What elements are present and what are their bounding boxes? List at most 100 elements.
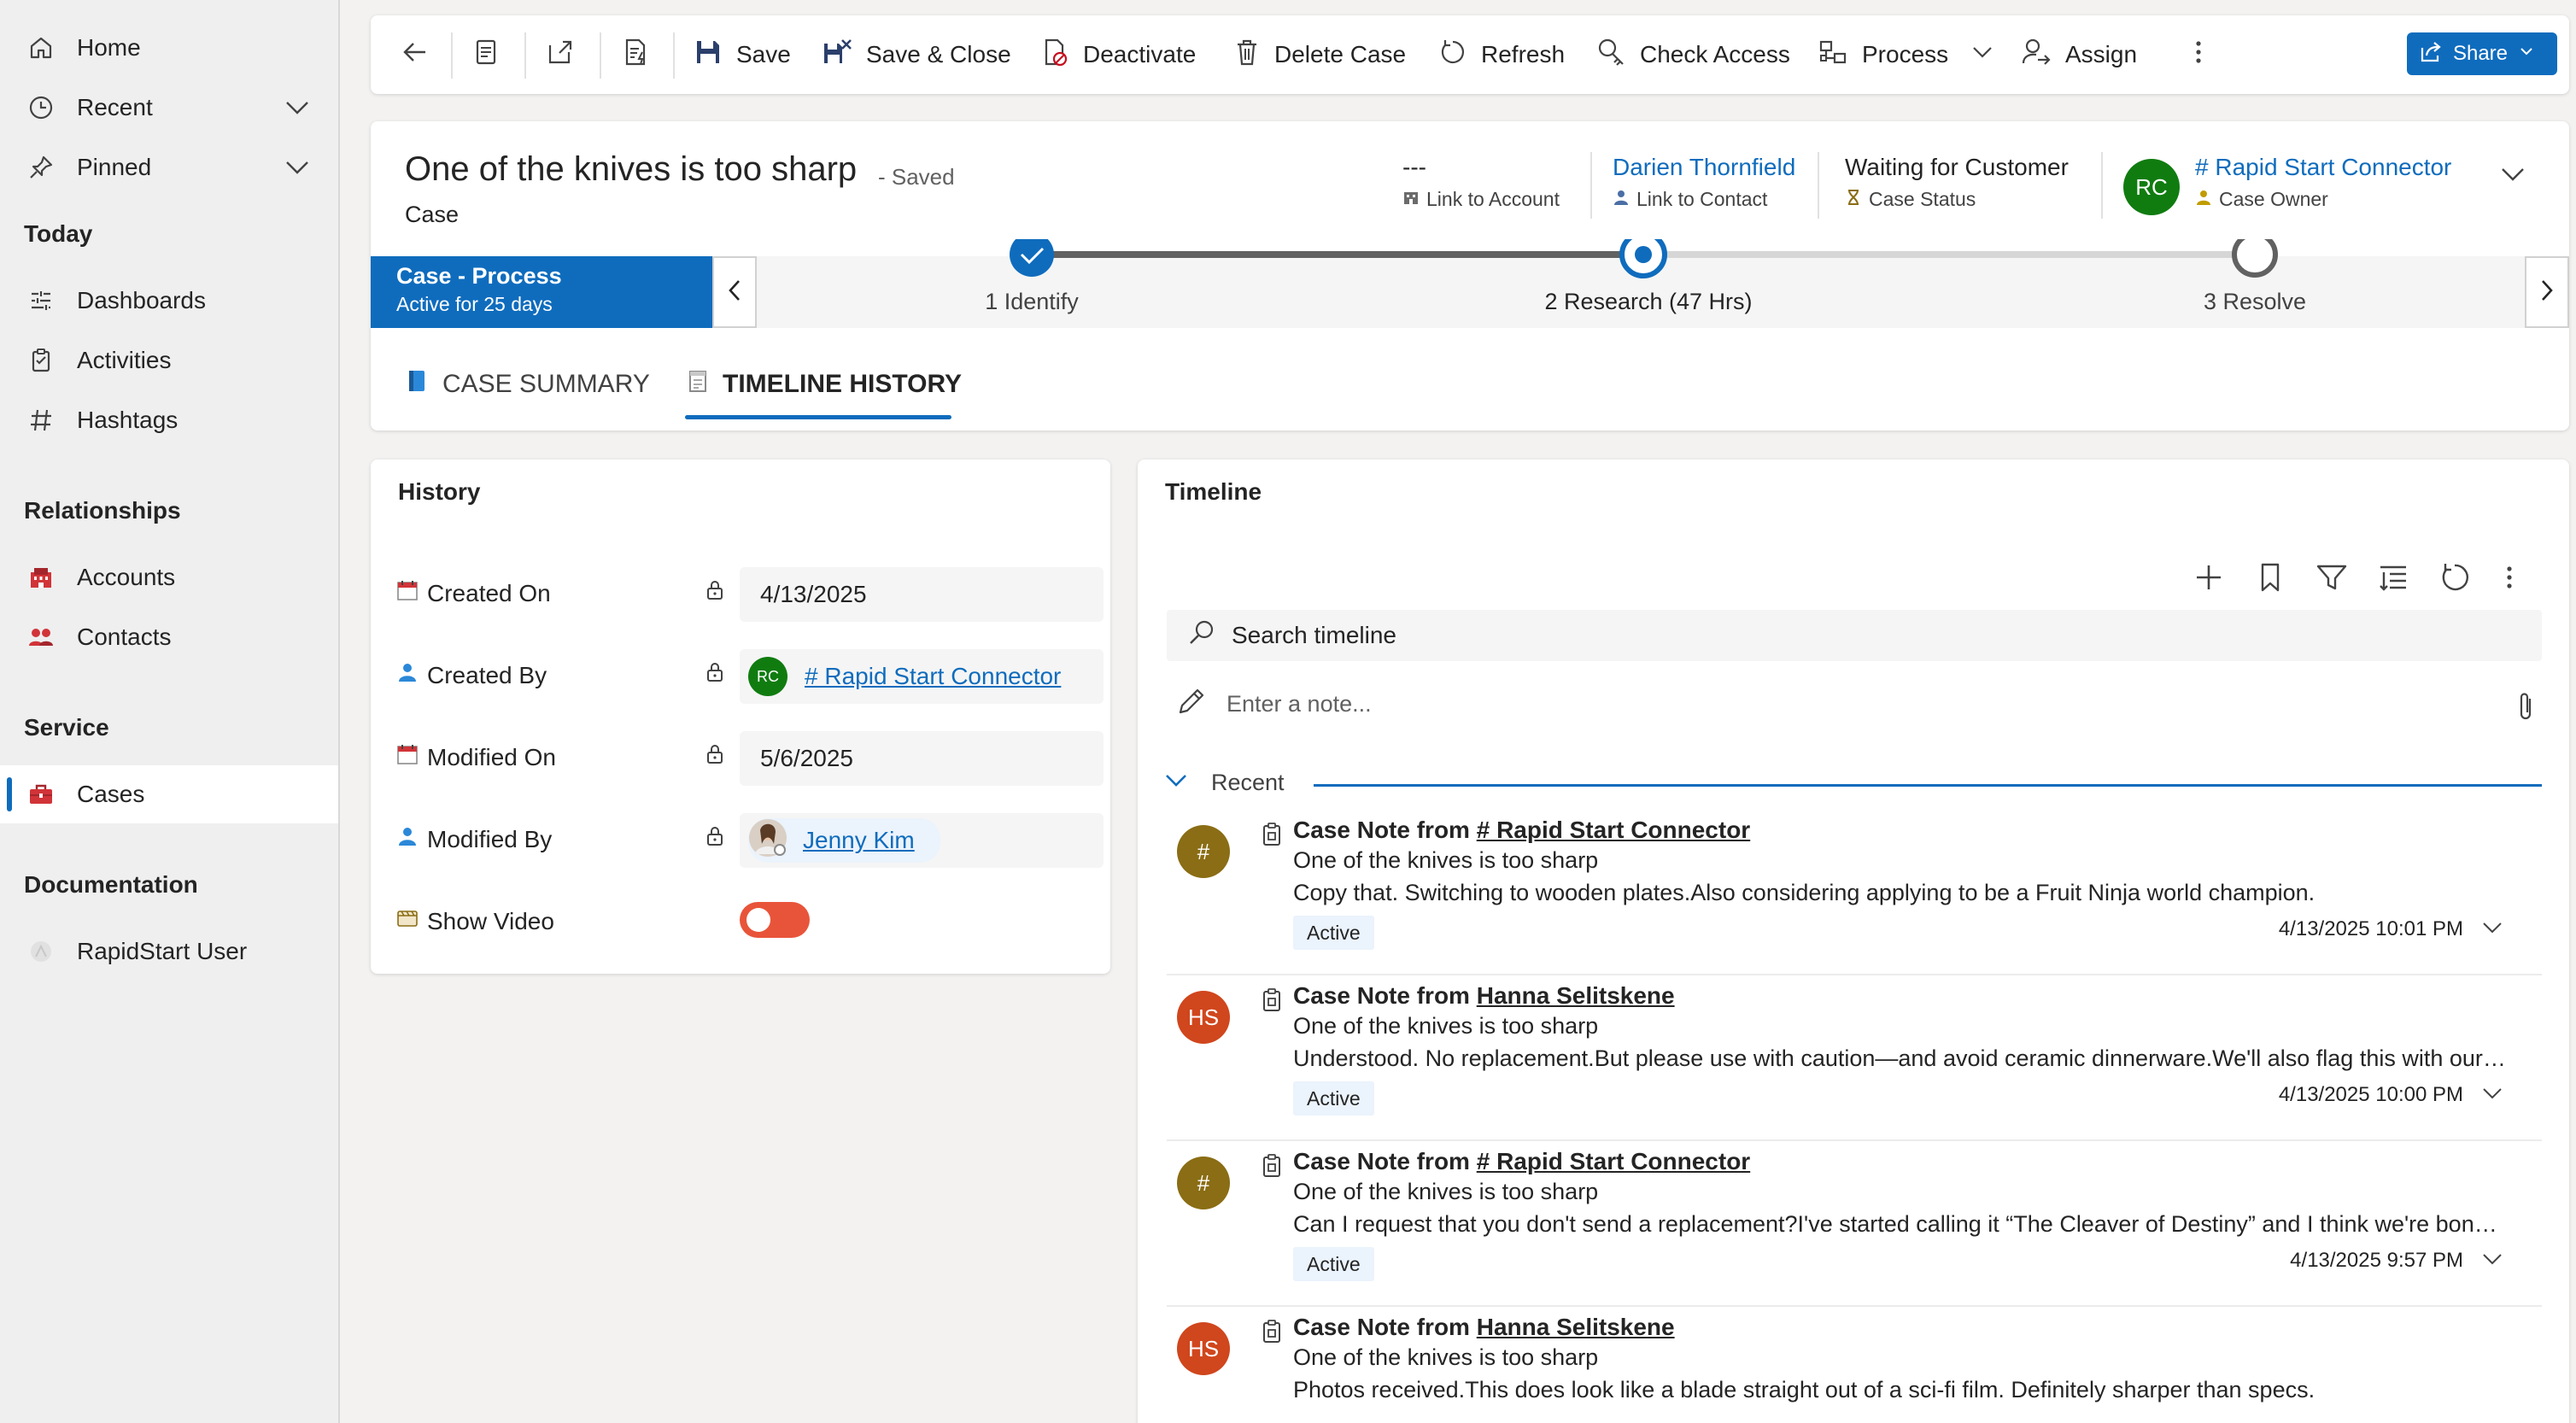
user-chip[interactable]: Jenny Kim	[748, 818, 940, 863]
sidebar-item-pinned[interactable]: Pinned	[0, 138, 338, 196]
sidebar-item-home[interactable]: Home	[0, 19, 338, 77]
sidebar-item-contacts[interactable]: Contacts	[0, 608, 338, 666]
chevron-down-icon[interactable]	[2480, 1247, 2504, 1275]
post-author-link[interactable]: Hanna Selitskene	[1477, 982, 1675, 1009]
save-label: Save	[736, 41, 791, 67]
assign-button[interactable]: Assign	[2021, 15, 2137, 94]
refresh-timeline-button[interactable]	[2438, 560, 2472, 599]
attach-button[interactable]	[2515, 690, 2537, 727]
header-field-account[interactable]: --- Link to Account	[1402, 154, 1560, 211]
divider	[1314, 784, 2542, 787]
post-title-prefix: Case Note from	[1293, 982, 1470, 1009]
sidebar-item-rapidstart-user[interactable]: RapidStart User	[0, 922, 338, 981]
back-button[interactable]	[400, 15, 444, 94]
post-subject: One of the knives is too sharp	[1293, 1013, 1599, 1039]
chevron-down-icon[interactable]	[2480, 916, 2504, 944]
toggle-knob	[746, 908, 770, 932]
document-icon	[24, 934, 58, 969]
more-commands-button[interactable]	[2190, 15, 2221, 94]
sidebar-item-cases[interactable]: Cases	[0, 765, 338, 823]
refresh-button[interactable]: Refresh	[1438, 15, 1565, 94]
timeline-more-button[interactable]	[2501, 560, 2518, 599]
hourglass-icon	[1845, 188, 1862, 211]
stage-identify[interactable]: 1 Identify	[985, 289, 1079, 315]
save-close-button[interactable]: Save & Close	[822, 15, 1011, 94]
show-video-toggle[interactable]	[740, 902, 810, 938]
document-flow-icon	[620, 37, 664, 73]
created-by-link[interactable]: # Rapid Start Connector	[805, 663, 1061, 690]
section-header-today: Today	[24, 220, 93, 247]
timeline-post[interactable]: # Case Note from # Rapid Start Connector…	[1167, 810, 2542, 975]
delete-case-button[interactable]: Delete Case	[1233, 15, 1406, 94]
header-field-owner[interactable]: # Rapid Start Connector Case Owner	[2195, 154, 2451, 211]
timeline-post[interactable]: # Case Note from # Rapid Start Connector…	[1167, 1141, 2542, 1307]
expand-header-button[interactable]	[2497, 159, 2528, 194]
post-timestamp: 4/13/2025 10:01 PM	[2278, 917, 2463, 940]
stage-resolve[interactable]: 3 Resolve	[2204, 289, 2306, 315]
person-assign-icon	[2021, 37, 2065, 73]
chevron-down-icon[interactable]	[2480, 1081, 2504, 1110]
owner-value[interactable]: # Rapid Start Connector	[2195, 154, 2451, 184]
stage-research[interactable]: 2 Research (47 Hrs)	[1544, 289, 1752, 315]
tab-case-summary[interactable]: CASE SUMMARY	[405, 359, 650, 410]
account-label: Link to Account	[1426, 188, 1560, 210]
owner-label: Case Owner	[2219, 188, 2328, 210]
sidebar-item-hashtags[interactable]: Hashtags	[0, 391, 338, 449]
notepad-icon	[685, 368, 711, 401]
flow-button[interactable]	[620, 15, 664, 94]
timeline-post[interactable]: HS Case Note from Hanna Selitskene One o…	[1167, 975, 2542, 1141]
post-author-link[interactable]: # Rapid Start Connector	[1477, 1148, 1750, 1174]
recent-group-header[interactable]: Recent	[1163, 767, 1285, 799]
post-author-link[interactable]: Hanna Selitskene	[1477, 1314, 1675, 1340]
stage-complete-marker	[1010, 239, 1054, 277]
sidebar-item-label: RapidStart User	[77, 938, 248, 964]
deactivate-button[interactable]: Deactivate	[1040, 15, 1196, 94]
refresh-icon	[2438, 564, 2472, 598]
sort-button[interactable]	[2376, 560, 2410, 599]
note-input[interactable]: Enter a note...	[1167, 678, 2542, 729]
sidebar-item-recent[interactable]: Recent	[0, 79, 338, 137]
divider	[1818, 152, 1819, 219]
share-label: Share	[2452, 42, 2509, 65]
field-label: Modified By	[427, 825, 553, 852]
process-track	[1010, 239, 2278, 278]
save-icon	[694, 38, 736, 73]
more-vertical-icon	[2190, 37, 2221, 73]
contact-value[interactable]: Darien Thornfield	[1613, 154, 1795, 184]
save-button[interactable]: Save	[694, 15, 791, 94]
post-author-link[interactable]: # Rapid Start Connector	[1477, 817, 1750, 843]
check-access-button[interactable]: Check Access	[1595, 15, 1790, 94]
calendar-icon	[396, 743, 419, 771]
modified-by-link[interactable]: Jenny Kim	[803, 827, 915, 854]
post-body: Understood. No replacement.But please us…	[1293, 1045, 2506, 1071]
book-icon	[405, 368, 430, 401]
chevron-down-icon[interactable]	[282, 152, 313, 189]
tab-label: CASE SUMMARY	[442, 370, 650, 398]
process-button[interactable]: Process	[1818, 15, 2008, 94]
tab-timeline-history[interactable]: TIMELINE HISTORY	[685, 359, 962, 410]
save-status: - Saved	[878, 164, 955, 190]
field-label: Modified On	[427, 743, 556, 770]
timeline-search-input[interactable]: Search timeline	[1167, 610, 2542, 661]
header-field-contact[interactable]: Darien Thornfield Link to Contact	[1613, 154, 1795, 211]
open-new-window-button[interactable]	[545, 15, 589, 94]
section-header-service: Service	[24, 714, 109, 741]
sidebar-item-activities[interactable]: Activities	[0, 331, 338, 389]
field-label: Created By	[427, 661, 547, 688]
chevron-down-icon[interactable]	[282, 92, 313, 129]
history-section: History Created On 4/13/2025 Created By	[371, 460, 1110, 974]
modified-on-value: 5/6/2025	[740, 731, 1104, 786]
key-search-icon	[1595, 37, 1640, 73]
arrow-left-icon	[400, 37, 444, 73]
chevron-down-icon	[2518, 42, 2545, 66]
timeline-post[interactable]: HS Case Note from Hanna Selitskene One o…	[1167, 1307, 2542, 1423]
sidebar-item-label: Dashboards	[77, 287, 206, 313]
form-view-button[interactable]	[471, 15, 514, 94]
bookmark-button[interactable]	[2253, 560, 2287, 599]
sidebar-item-dashboards[interactable]: Dashboards	[0, 272, 338, 330]
share-button[interactable]: Share	[2407, 32, 2557, 75]
add-button[interactable]	[2192, 560, 2226, 599]
sidebar-item-accounts[interactable]: Accounts	[0, 548, 338, 606]
post-title: Case Note from Hanna Selitskene	[1293, 982, 1675, 1010]
filter-button[interactable]	[2315, 560, 2349, 599]
